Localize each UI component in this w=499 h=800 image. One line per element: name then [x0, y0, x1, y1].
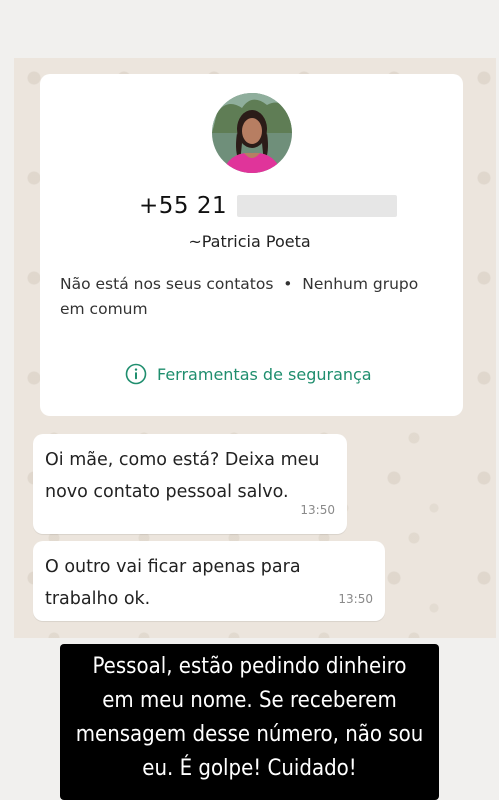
- security-tools-label: Ferramentas de segurança: [157, 364, 372, 384]
- message-line: O outro vai ficar apenas para: [45, 557, 301, 577]
- story-caption: Pessoal, estão pedindo dinheiro em meu n…: [60, 644, 439, 800]
- caption-line: em meu nome. Se receberem: [102, 688, 397, 713]
- contact-status: Não está nos seus contatos • Nenhum grup…: [60, 272, 450, 322]
- contact-name: ~Patricia Poeta: [188, 232, 311, 251]
- avatar[interactable]: [212, 93, 292, 173]
- contact-status-line-1: Não está nos seus contatos • Nenhum grup…: [60, 275, 419, 293]
- message-text: Oi mãe, como está? Deixa meu novo contat…: [45, 444, 319, 508]
- info-circle-icon: [125, 363, 147, 385]
- caption-line: Pessoal, estão pedindo dinheiro: [92, 654, 407, 679]
- phone-number: +55 21: [139, 192, 398, 220]
- message-bubble[interactable]: Oi mãe, como está? Deixa meu novo contat…: [33, 434, 347, 534]
- message-timestamp: 13:50: [300, 503, 335, 517]
- phone-number-redaction: [237, 195, 398, 217]
- security-tools-link[interactable]: Ferramentas de segurança: [125, 363, 372, 385]
- message-line: Oi mãe, como está? Deixa meu: [45, 450, 320, 470]
- caption-line: eu. É golpe! Cuidado!: [142, 756, 357, 781]
- message-bubble[interactable]: O outro vai ficar apenas para trabalho o…: [33, 541, 385, 621]
- profile-photo: [212, 93, 292, 173]
- message-line: trabalho ok.: [45, 589, 151, 609]
- message-line: novo contato pessoal salvo.: [45, 482, 289, 502]
- message-text: O outro vai ficar apenas para trabalho o…: [45, 551, 301, 615]
- contact-status-line-2: em comum: [60, 300, 148, 318]
- caption-line: mensagem desse número, não sou: [75, 722, 424, 747]
- phone-number-text: +55 21: [139, 193, 228, 219]
- message-timestamp: 13:50: [338, 592, 373, 606]
